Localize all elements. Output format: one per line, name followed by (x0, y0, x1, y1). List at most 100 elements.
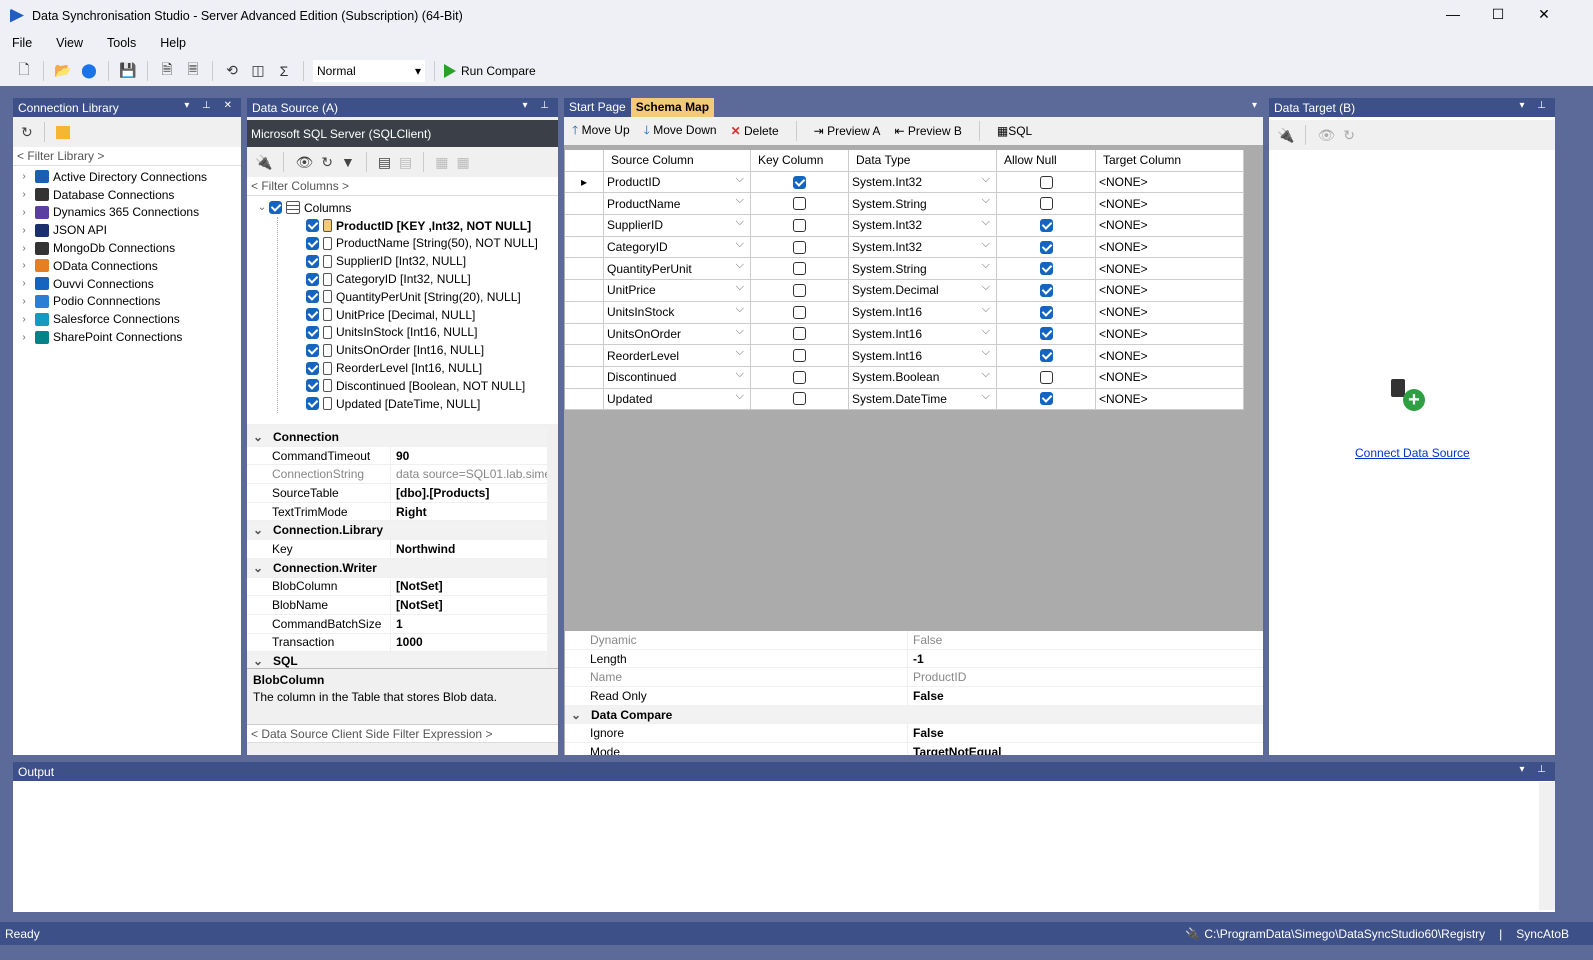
data-type-select[interactable]: System.String (849, 258, 997, 280)
allow-null-checkbox[interactable] (1039, 305, 1053, 319)
target-column-cell[interactable]: <NONE> (1096, 280, 1244, 301)
columns-root[interactable]: ⌄ Columns (255, 199, 558, 217)
source-column-select[interactable]: ProductID (604, 171, 751, 193)
library-item[interactable]: › Database Connections (17, 186, 241, 204)
data-type-select[interactable]: System.Boolean (849, 366, 997, 388)
new-file-icon[interactable]: 🗋 (14, 61, 34, 81)
grid-row[interactable]: ReorderLevel System.Int16 <NONE> (565, 345, 1244, 367)
grid-row[interactable]: SupplierID System.Int32 <NONE> (565, 215, 1244, 237)
allow-null-checkbox[interactable] (1039, 197, 1053, 211)
filter-expression-input[interactable]: < Data Source Client Side Filter Express… (247, 724, 558, 743)
tab-list-dropdown[interactable]: ▾ (1252, 100, 1257, 111)
grid-row[interactable]: CategoryID System.Int32 <NONE> (565, 236, 1244, 259)
menu-view[interactable]: View (44, 36, 95, 50)
property-value[interactable]: False (907, 724, 944, 743)
checkbox[interactable] (306, 361, 319, 375)
row-header[interactable] (565, 323, 604, 345)
property-value[interactable]: TargetNotEqual (907, 743, 1001, 755)
column-item[interactable]: QuantityPerUnit [String(20), NULL] (306, 288, 558, 306)
row-header[interactable] (565, 301, 604, 323)
filter-icon[interactable]: ▼ (341, 154, 355, 170)
property-value[interactable]: 1 (390, 614, 403, 633)
sql-button[interactable]: ▦SQL (997, 124, 1032, 138)
panel-controls[interactable]: ▾ ⊥ ✕ (184, 100, 237, 111)
library-item[interactable]: › Salesforce Connections (17, 310, 241, 328)
row-header[interactable]: ▸ (565, 171, 604, 193)
data-type-select[interactable]: System.Int16 (849, 301, 997, 323)
column-item[interactable]: Updated [DateTime, NULL] (306, 395, 558, 413)
refresh-icon[interactable]: ↻ (321, 154, 333, 171)
allow-null-checkbox[interactable] (1039, 240, 1053, 254)
refresh-icon[interactable]: ↻ (21, 124, 33, 141)
chevron-right-icon[interactable]: › (17, 332, 31, 343)
chevron-right-icon[interactable]: › (17, 278, 31, 289)
move-up-button[interactable]: 🡑 Move Up (572, 121, 630, 142)
panel-controls[interactable]: ▾ ⊥ (1519, 764, 1551, 775)
close-button[interactable]: ✕ (1534, 6, 1554, 23)
checkbox[interactable] (306, 325, 319, 339)
row-header[interactable] (565, 366, 604, 388)
target-column-cell[interactable]: <NONE> (1096, 345, 1244, 366)
source-column-select[interactable]: QuantityPerUnit (604, 258, 751, 280)
grid-row[interactable]: UnitsOnOrder System.Int16 <NONE> (565, 323, 1244, 346)
preview-b-button[interactable]: ⇤ Preview B (894, 124, 961, 138)
column-item[interactable]: ReorderLevel [Int16, NULL] (306, 359, 558, 377)
property-row[interactable]: ConnectionString data source=SQL01.lab.si… (247, 465, 547, 485)
target-column-cell[interactable]: <NONE> (1096, 193, 1244, 215)
row-header[interactable] (565, 388, 604, 410)
key-column-checkbox[interactable] (793, 327, 806, 341)
data-type-select[interactable]: System.String (849, 193, 997, 215)
output-scrollbar[interactable] (1539, 782, 1555, 910)
key-column-checkbox[interactable] (793, 392, 806, 406)
checkbox[interactable] (306, 272, 319, 286)
property-value[interactable]: Northwind (390, 540, 455, 558)
sigma-icon[interactable]: Σ (274, 61, 294, 81)
column-item[interactable]: UnitsInStock [Int16, NULL] (306, 324, 558, 342)
allow-null-checkbox[interactable] (1039, 175, 1053, 189)
connect-data-source-link[interactable]: Connect Data Source (1355, 446, 1470, 460)
connect-plug-icon[interactable]: 🔌 (255, 154, 272, 171)
chevron-down-icon[interactable]: ⌄ (247, 561, 265, 575)
target-column-cell[interactable]: <NONE> (1096, 258, 1244, 280)
source-column-select[interactable]: ReorderLevel (604, 345, 751, 366)
connect-plug-icon[interactable]: 🔌 (1277, 127, 1294, 144)
checkbox[interactable] (306, 236, 319, 250)
column-item[interactable]: CategoryID [Int32, NULL] (306, 270, 558, 288)
key-column-checkbox[interactable] (793, 218, 806, 232)
source-column-select[interactable]: SupplierID (604, 215, 751, 236)
property-value[interactable]: 1000 (390, 633, 423, 652)
row-header[interactable] (565, 236, 604, 258)
target-column-cell[interactable]: <NONE> (1096, 388, 1244, 410)
filter-columns-input[interactable]: < Filter Columns > (247, 177, 558, 196)
library-item[interactable]: › OData Connections (17, 257, 241, 275)
property-value[interactable]: data source=SQL01.lab.simego (390, 465, 547, 484)
grid-row[interactable]: UnitsInStock System.Int16 <NONE> (565, 301, 1244, 324)
property-row[interactable]: Ignore False (565, 724, 1263, 744)
grid-row[interactable]: UnitPrice System.Decimal <NONE> (565, 280, 1244, 302)
sync-icon[interactable]: ⟲ (222, 61, 242, 81)
property-row[interactable]: Dynamic False (565, 631, 1263, 650)
key-column-checkbox[interactable] (793, 305, 806, 319)
refresh-icon[interactable]: ↻ (1343, 127, 1355, 144)
property-row[interactable]: Read Only False (565, 687, 1263, 706)
remove-table-icon[interactable]: ▦ (457, 154, 470, 171)
header-target-column[interactable]: Target Column (1096, 150, 1244, 171)
folder-icon[interactable] (55, 125, 70, 139)
target-column-cell[interactable]: <NONE> (1096, 171, 1244, 193)
data-type-select[interactable]: System.Int16 (849, 323, 997, 345)
column-item[interactable]: ProductID [KEY ,Int32, NOT NULL] (306, 217, 558, 235)
data-type-select[interactable]: System.DateTime (849, 388, 997, 410)
allow-null-checkbox[interactable] (1039, 283, 1053, 297)
allow-null-checkbox[interactable] (1039, 327, 1053, 341)
key-column-checkbox[interactable] (793, 349, 806, 363)
column-item[interactable]: SupplierID [Int32, NULL] (306, 252, 558, 270)
column-item[interactable]: ProductName [String(50), NOT NULL] (306, 235, 558, 253)
data-type-select[interactable]: System.Int32 (849, 236, 997, 258)
property-row[interactable]: BlobName [NotSet] (247, 596, 547, 615)
mode-select[interactable]: Normal ▾ (313, 59, 425, 82)
menu-tools[interactable]: Tools (95, 36, 148, 50)
checkbox[interactable] (306, 219, 319, 233)
grid-row[interactable]: ▸ProductID System.Int32 <NONE> (565, 171, 1244, 194)
property-row[interactable]: Length -1 (565, 649, 1263, 669)
target-column-cell[interactable]: <NONE> (1096, 236, 1244, 258)
